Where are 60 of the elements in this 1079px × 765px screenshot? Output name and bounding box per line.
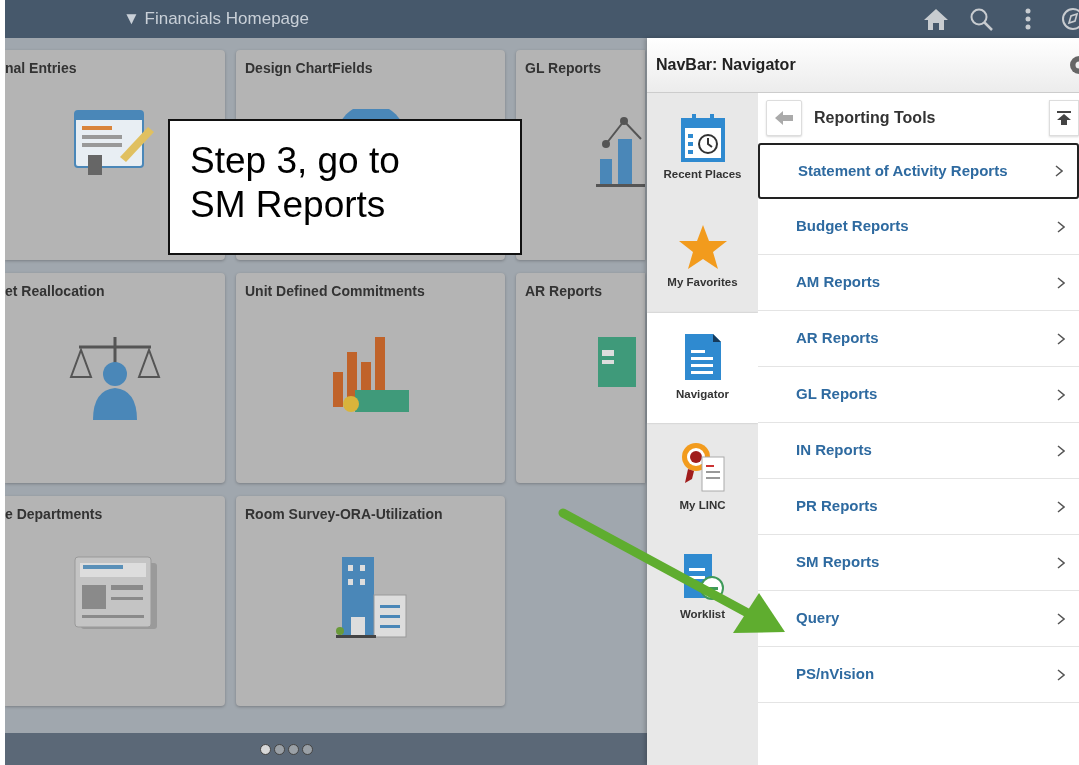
document-chat-icon (681, 552, 724, 603)
chevron-icon (1055, 165, 1063, 177)
chevron-icon (1057, 556, 1065, 569)
menu-item[interactable]: AM Reports (758, 255, 1079, 311)
tile[interactable]: e Departments (5, 496, 225, 706)
building-icon (333, 555, 408, 639)
chevron-icon (1057, 668, 1065, 681)
chevron-icon (1057, 388, 1065, 401)
back-button[interactable] (766, 100, 802, 136)
tile[interactable]: AR Reports (516, 273, 645, 483)
tile-title: AR Reports (524, 282, 603, 301)
chevron-icon (1057, 612, 1065, 625)
menu-item[interactable]: AR Reports (758, 311, 1079, 367)
tile-title: Design ChartFields (244, 59, 374, 78)
menu-item[interactable]: SM Reports (758, 535, 1079, 591)
menu-item[interactable]: PR Reports (758, 479, 1079, 535)
menu-item[interactable]: IN Reports (758, 423, 1079, 479)
menu-item[interactable]: Statement of Activity Reports (758, 143, 1079, 199)
award-document-icon (679, 441, 726, 494)
tile-title: et Reallocation (5, 282, 106, 301)
tile-title: e Departments (5, 505, 104, 524)
arrow-to-top-icon (1057, 111, 1071, 125)
document-icon (682, 332, 723, 383)
tile[interactable]: GL Reports (516, 50, 645, 260)
nav-item[interactable]: My LINC (647, 423, 758, 533)
chevron-icon (1057, 444, 1065, 457)
newspaper-icon (73, 555, 157, 631)
page-title[interactable]: ▼ Financials Homepage (123, 6, 309, 32)
compass-icon (1061, 7, 1079, 31)
chevron-icon (1057, 500, 1065, 513)
more-icon (1025, 8, 1031, 30)
tile[interactable]: et Reallocation (5, 273, 225, 483)
panel-title: NavBar: Navigator (656, 55, 796, 75)
left-arrow-icon (775, 111, 793, 125)
home-icon (923, 7, 949, 31)
menu-item[interactable]: Budget Reports (758, 199, 1079, 255)
search-icon (969, 7, 993, 31)
menu-item[interactable]: PS/nVision (758, 647, 1079, 703)
page-dot[interactable] (259, 743, 271, 755)
tile-title: Unit Defined Commitments (244, 282, 426, 301)
page-dot[interactable] (301, 743, 313, 755)
page-dot[interactable] (273, 743, 285, 755)
tile-title: Room Survey-ORA-Utilization (244, 505, 444, 524)
menu-item[interactable]: GL Reports (758, 367, 1079, 423)
scroll-top-button[interactable] (1049, 100, 1079, 136)
menu-item[interactable]: Query (758, 591, 1079, 647)
chevron-icon (1057, 220, 1065, 233)
page-dot[interactable] (287, 743, 299, 755)
chevron-icon (1057, 276, 1065, 289)
tile-title: nal Entries (5, 59, 78, 78)
tile[interactable]: Unit Defined Commitments (236, 273, 505, 483)
nav-item[interactable]: My Favorites (647, 203, 758, 313)
tile[interactable]: Room Survey-ORA-Utilization (236, 496, 505, 706)
folder-title: Reporting Tools (814, 108, 937, 128)
calendar-clock-icon (679, 112, 726, 163)
nav-item[interactable]: Recent Places (647, 93, 758, 203)
tile-title: GL Reports (524, 59, 602, 78)
nav-item[interactable]: Navigator (647, 313, 758, 423)
star-icon (677, 224, 728, 271)
chevron-icon (1057, 332, 1065, 345)
